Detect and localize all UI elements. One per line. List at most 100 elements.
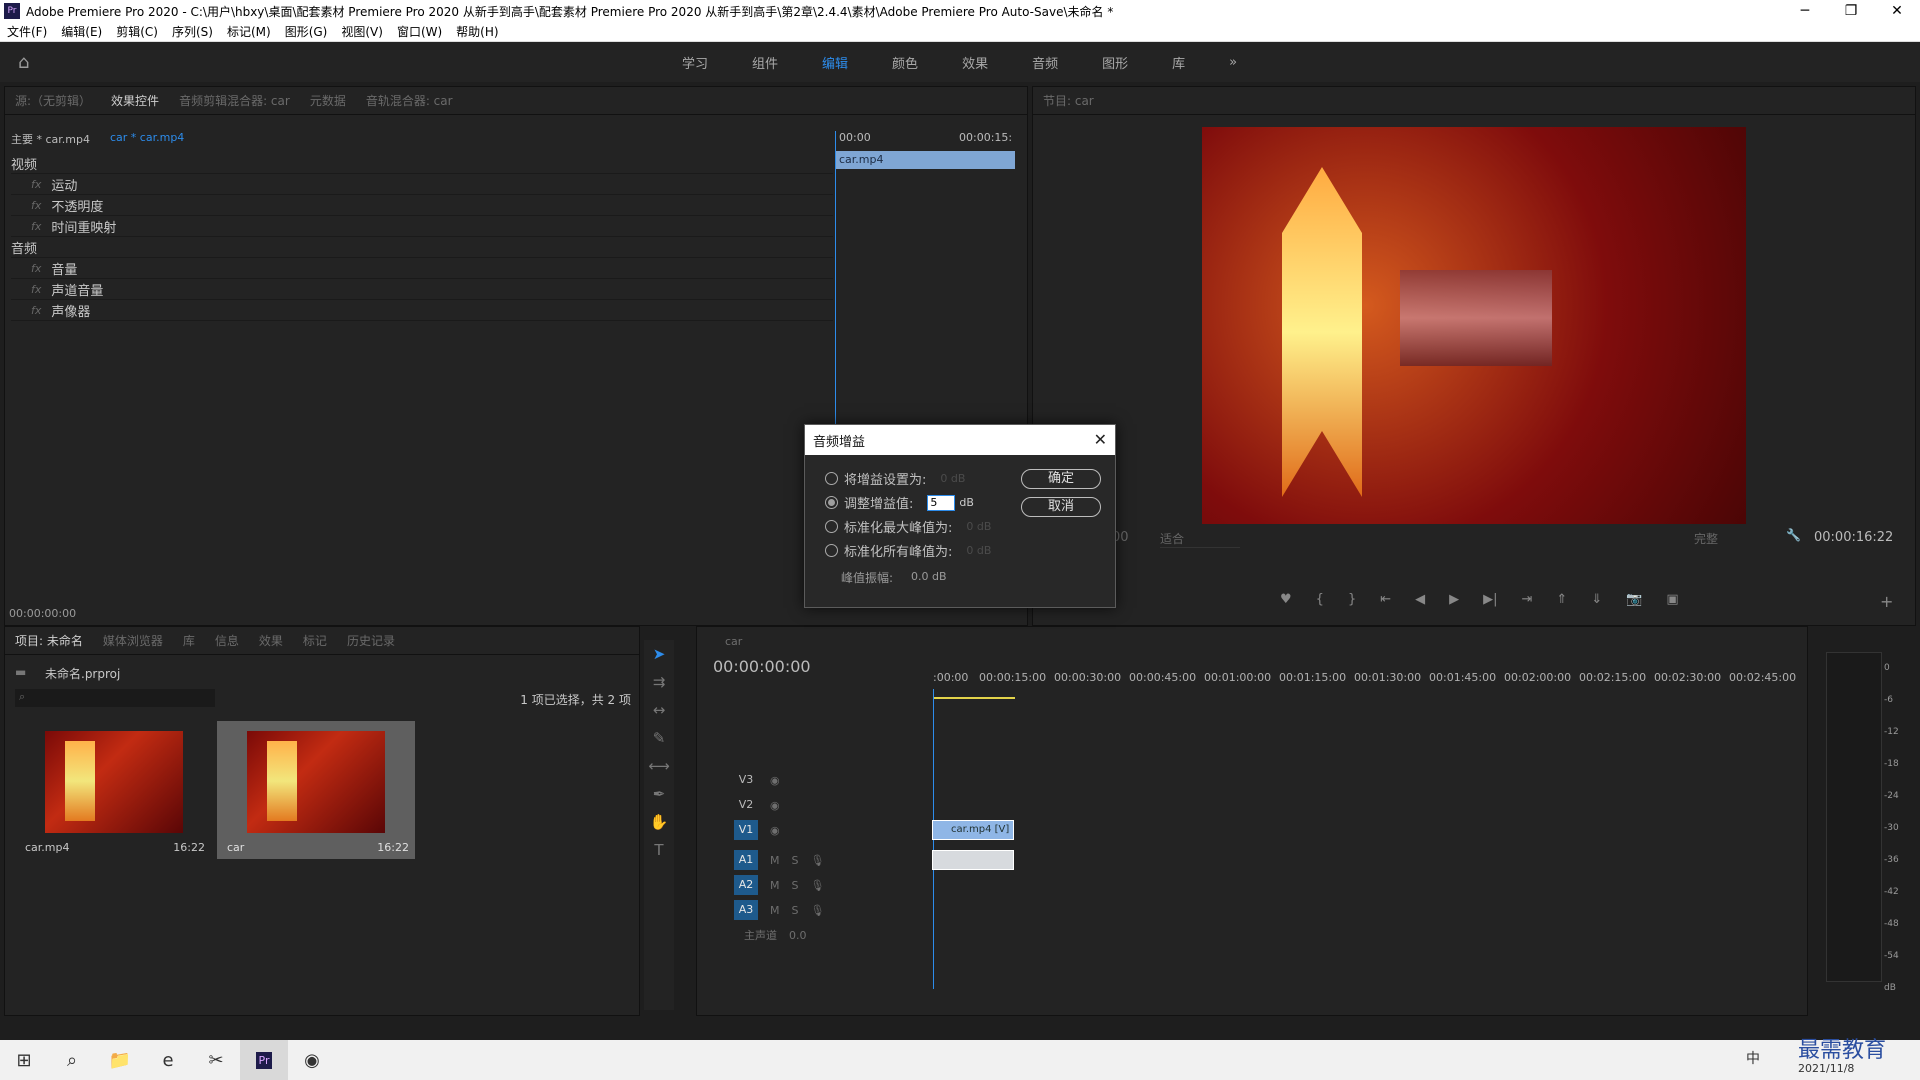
mic-icon[interactable]: 🎙 <box>810 879 824 892</box>
option-normalize-all[interactable]: 标准化所有峰值为: 0 dB <box>825 541 991 560</box>
audio-clip[interactable] <box>932 850 1014 870</box>
track-select-icon[interactable]: ⇉ <box>644 668 674 696</box>
tab-metadata[interactable]: 元数据 <box>310 92 346 109</box>
menu-sequence[interactable]: 序列(S) <box>172 23 213 40</box>
step-forward-icon[interactable]: ▶| <box>1483 592 1497 607</box>
radio-normalize-all[interactable] <box>825 544 838 557</box>
menu-window[interactable]: 窗口(W) <box>397 23 442 40</box>
menu-edit[interactable]: 编辑(E) <box>61 23 102 40</box>
selection-tool-icon[interactable]: ➤ <box>644 640 674 668</box>
export-frame-icon[interactable]: 📷 <box>1626 592 1642 607</box>
workspace-effects[interactable]: 效果 <box>962 53 988 72</box>
effect-time-remap[interactable]: fx 时间重映射 <box>11 216 833 237</box>
mic-icon[interactable]: 🎙 <box>810 904 824 917</box>
timeline-ruler[interactable]: :00:00 00:00:15:00 00:00:30:00 00:00:45:… <box>933 671 1796 691</box>
eye-icon[interactable]: ◉ <box>770 824 780 837</box>
mark-in-icon[interactable]: { <box>1316 592 1324 607</box>
ok-button[interactable]: 确定 <box>1021 469 1101 489</box>
play-icon[interactable]: ▶ <box>1449 592 1459 607</box>
extract-icon[interactable]: ⇓ <box>1591 592 1602 607</box>
add-marker-icon[interactable]: ♥ <box>1280 592 1292 607</box>
workspace-libraries[interactable]: 库 <box>1172 53 1185 72</box>
effect-panner[interactable]: fx 声像器 <box>11 300 833 321</box>
go-to-out-icon[interactable]: ⇥ <box>1522 592 1533 607</box>
comparison-icon[interactable]: ▣ <box>1666 592 1678 607</box>
home-icon[interactable]: ⌂ <box>18 52 38 73</box>
menu-clip[interactable]: 剪辑(C) <box>116 23 158 40</box>
minimize-icon[interactable]: ─ <box>1782 0 1828 22</box>
timeline-tab[interactable]: car <box>725 635 742 648</box>
tab-markers[interactable]: 标记 <box>303 632 327 649</box>
master-clip[interactable]: 主要 * car.mp4 <box>11 131 90 147</box>
eye-icon[interactable]: ◉ <box>770 799 780 812</box>
slip-icon[interactable]: ⟷ <box>644 752 674 780</box>
project-item-selected[interactable]: car 16:22 <box>217 721 415 859</box>
workspace-graphics[interactable]: 图形 <box>1102 53 1128 72</box>
more-workspaces-icon[interactable]: » <box>1229 55 1237 70</box>
file-explorer-icon[interactable]: 📁 <box>96 1040 144 1080</box>
fit-dropdown[interactable]: 适合 <box>1160 530 1240 548</box>
ime-indicator[interactable]: 中 <box>1746 1048 1760 1068</box>
video-clip[interactable]: car.mp4 [V] <box>932 820 1014 840</box>
hand-icon[interactable]: ✋ <box>644 808 674 836</box>
quality-dropdown[interactable]: 完整 <box>1694 530 1774 547</box>
workspace-learn[interactable]: 学习 <box>682 53 708 72</box>
pen-icon[interactable]: ✒ <box>644 780 674 808</box>
ec-clip-bar[interactable]: car.mp4 <box>835 151 1015 169</box>
work-area-bar[interactable] <box>933 697 1015 699</box>
tab-effect-controls[interactable]: 效果控件 <box>111 92 159 109</box>
workspace-audio[interactable]: 音频 <box>1032 53 1058 72</box>
step-back-icon[interactable]: ◀ <box>1415 592 1425 607</box>
menu-file[interactable]: 文件(F) <box>7 23 47 40</box>
sequence-clip[interactable]: car * car.mp4 <box>110 131 184 147</box>
lift-icon[interactable]: ⇑ <box>1556 592 1567 607</box>
option-normalize-max[interactable]: 标准化最大峰值为: 0 dB <box>825 517 991 536</box>
radio-set-gain[interactable] <box>825 472 838 485</box>
menu-view[interactable]: 视图(V) <box>341 23 383 40</box>
menu-help[interactable]: 帮助(H) <box>456 23 498 40</box>
close-icon[interactable]: ✕ <box>1094 430 1107 449</box>
premiere-taskbar-icon[interactable]: Pr <box>240 1040 288 1080</box>
close-icon[interactable]: ✕ <box>1874 0 1920 22</box>
mic-icon[interactable]: 🎙 <box>810 854 824 867</box>
gain-value-input[interactable]: 5 <box>927 494 956 511</box>
tab-program[interactable]: 节目: car <box>1043 92 1094 109</box>
add-button-icon[interactable]: + <box>1880 592 1893 611</box>
tab-info[interactable]: 信息 <box>215 632 239 649</box>
tab-history[interactable]: 历史记录 <box>347 632 395 649</box>
radio-adjust-gain[interactable] <box>825 496 838 509</box>
wrench-icon[interactable]: 🔧 <box>1786 528 1801 542</box>
go-to-in-icon[interactable]: ⇤ <box>1380 592 1391 607</box>
tab-media-browser[interactable]: 媒体浏览器 <box>103 632 163 649</box>
mark-out-icon[interactable]: } <box>1348 592 1356 607</box>
effect-channel-volume[interactable]: fx 声道音量 <box>11 279 833 300</box>
effect-motion[interactable]: fx 运动 <box>11 174 833 195</box>
chrome-icon[interactable]: ◉ <box>288 1040 336 1080</box>
workspace-editing[interactable]: 编辑 <box>822 53 848 72</box>
restore-icon[interactable]: ❐ <box>1828 0 1874 22</box>
razor-icon[interactable]: ✎ <box>644 724 674 752</box>
tab-audio-clip-mixer[interactable]: 音频剪辑混合器: car <box>179 92 290 109</box>
option-set-gain[interactable]: 将增益设置为: 0 dB <box>825 469 965 488</box>
eye-icon[interactable]: ◉ <box>770 774 780 787</box>
project-item[interactable]: car.mp4 16:22 <box>15 721 211 857</box>
tab-effects[interactable]: 效果 <box>259 632 283 649</box>
text-tool-icon[interactable]: T <box>644 836 674 864</box>
project-search-input[interactable]: ⌕ <box>15 689 215 707</box>
tab-project[interactable]: 项目: 未命名 <box>15 632 83 649</box>
workspace-assembly[interactable]: 组件 <box>752 53 778 72</box>
menu-graphics[interactable]: 图形(G) <box>285 23 328 40</box>
radio-normalize-max[interactable] <box>825 520 838 533</box>
ripple-edit-icon[interactable]: ↔ <box>644 696 674 724</box>
workspace-color[interactable]: 颜色 <box>892 53 918 72</box>
menu-marker[interactable]: 标记(M) <box>227 23 271 40</box>
tab-source[interactable]: 源:（无剪辑） <box>15 92 91 109</box>
search-icon[interactable]: ⌕ <box>48 1040 96 1080</box>
tab-audio-track-mixer[interactable]: 音轨混合器: car <box>366 92 453 109</box>
cancel-button[interactable]: 取消 <box>1021 497 1101 517</box>
snipping-icon[interactable]: ✂ <box>192 1040 240 1080</box>
effect-opacity[interactable]: fx 不透明度 <box>11 195 833 216</box>
effect-volume[interactable]: fx 音量 <box>11 258 833 279</box>
windows-start-icon[interactable]: ⊞ <box>0 1040 48 1080</box>
option-adjust-gain[interactable]: 调整增益值: 5 dB <box>825 493 974 512</box>
